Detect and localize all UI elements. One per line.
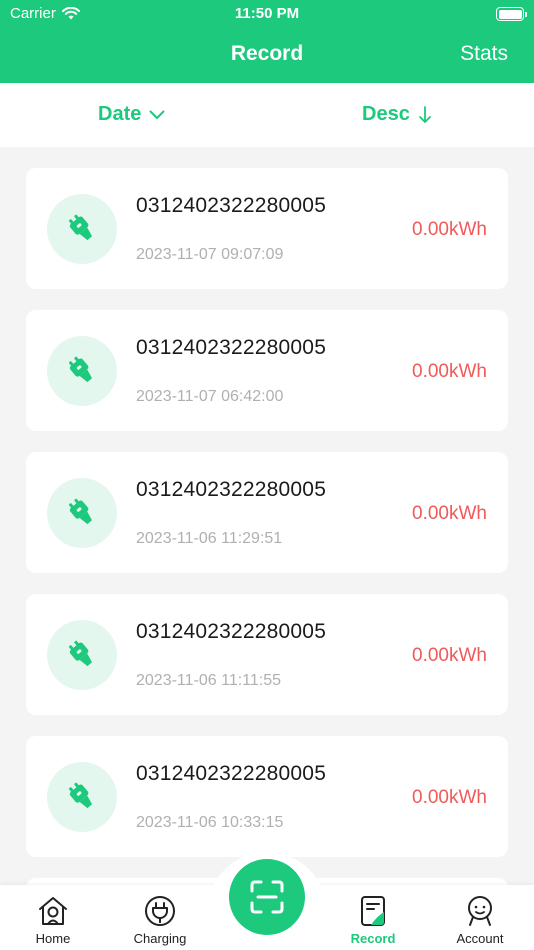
- page-title: Record: [230, 42, 304, 65]
- tab-account-label: Account: [456, 931, 504, 946]
- sort-order-button[interactable]: Desc: [362, 103, 432, 126]
- app-header: Carrier 11:50 PM Record Stats: [0, 0, 534, 83]
- record-id: 0312402322280005: [136, 620, 327, 643]
- tab-record-label: Record: [350, 931, 396, 946]
- date-filter-label: Date: [98, 103, 142, 125]
- sort-order-label: Desc: [362, 103, 410, 125]
- charging-plug-icon: [47, 478, 117, 548]
- record-energy: 0.00kWh: [412, 503, 487, 524]
- record-id: 0312402322280005: [136, 762, 327, 785]
- record-card[interactable]: 0312402322280005 2023-11-06 11:29:51 0.0…: [26, 452, 508, 573]
- record-datetime: 2023-11-06 10:33:15: [136, 814, 284, 831]
- record-card[interactable]: 0312402322280005 2023-11-06 11:11:55 0.0…: [26, 594, 508, 715]
- chevron-down-icon: [149, 110, 165, 119]
- battery-icon: [496, 7, 527, 21]
- record-id: 0312402322280005: [136, 336, 327, 359]
- tab-home-label: Home: [35, 931, 71, 946]
- charging-plug-icon: [47, 336, 117, 406]
- tab-home[interactable]: Home: [3, 893, 103, 946]
- record-energy: 0.00kWh: [412, 219, 487, 240]
- stats-button[interactable]: Stats: [460, 42, 508, 66]
- record-id: 0312402322280005: [136, 194, 327, 217]
- record-id: 0312402322280005: [136, 478, 327, 501]
- record-card[interactable]: 0312402322280005 2023-11-06 10:33:15 0.0…: [26, 736, 508, 857]
- record-energy: 0.00kWh: [412, 361, 487, 382]
- record-datetime: 2023-11-06 11:29:51: [136, 530, 283, 547]
- home-icon: [39, 897, 67, 925]
- charging-plug-icon: [47, 620, 117, 690]
- tab-charging-label: Charging: [133, 931, 187, 946]
- tab-record[interactable]: Record: [323, 893, 423, 946]
- plug-icon: [145, 896, 175, 926]
- record-datetime: 2023-11-07 09:07:09: [136, 246, 284, 263]
- scan-icon: [250, 880, 284, 914]
- record-icon: [361, 896, 385, 926]
- record-card[interactable]: 0312402322280005 2023-11-07 06:42:00 0.0…: [26, 310, 508, 431]
- arrow-down-icon: [418, 105, 431, 123]
- record-datetime: 2023-11-07 06:42:00: [136, 388, 284, 405]
- tab-account[interactable]: Account: [430, 893, 530, 946]
- status-bar: Carrier 11:50 PM: [0, 0, 534, 28]
- tab-charging[interactable]: Charging: [110, 893, 210, 946]
- filter-bar: Date Desc: [0, 83, 534, 147]
- charging-plug-icon: [47, 194, 117, 264]
- record-card[interactable]: 0312402322280005 2023-11-07 09:07:09 0.0…: [26, 168, 508, 289]
- account-icon: [468, 896, 492, 926]
- record-list: 0312402322280005 2023-11-07 09:07:09 0.0…: [26, 168, 508, 878]
- record-datetime: 2023-11-06 11:11:55: [136, 672, 282, 689]
- record-energy: 0.00kWh: [412, 645, 487, 666]
- charging-plug-icon: [47, 762, 117, 832]
- scan-button[interactable]: [229, 859, 305, 935]
- status-time: 11:50 PM: [234, 5, 300, 22]
- date-filter-button[interactable]: Date: [98, 103, 165, 126]
- record-energy: 0.00kWh: [412, 787, 487, 808]
